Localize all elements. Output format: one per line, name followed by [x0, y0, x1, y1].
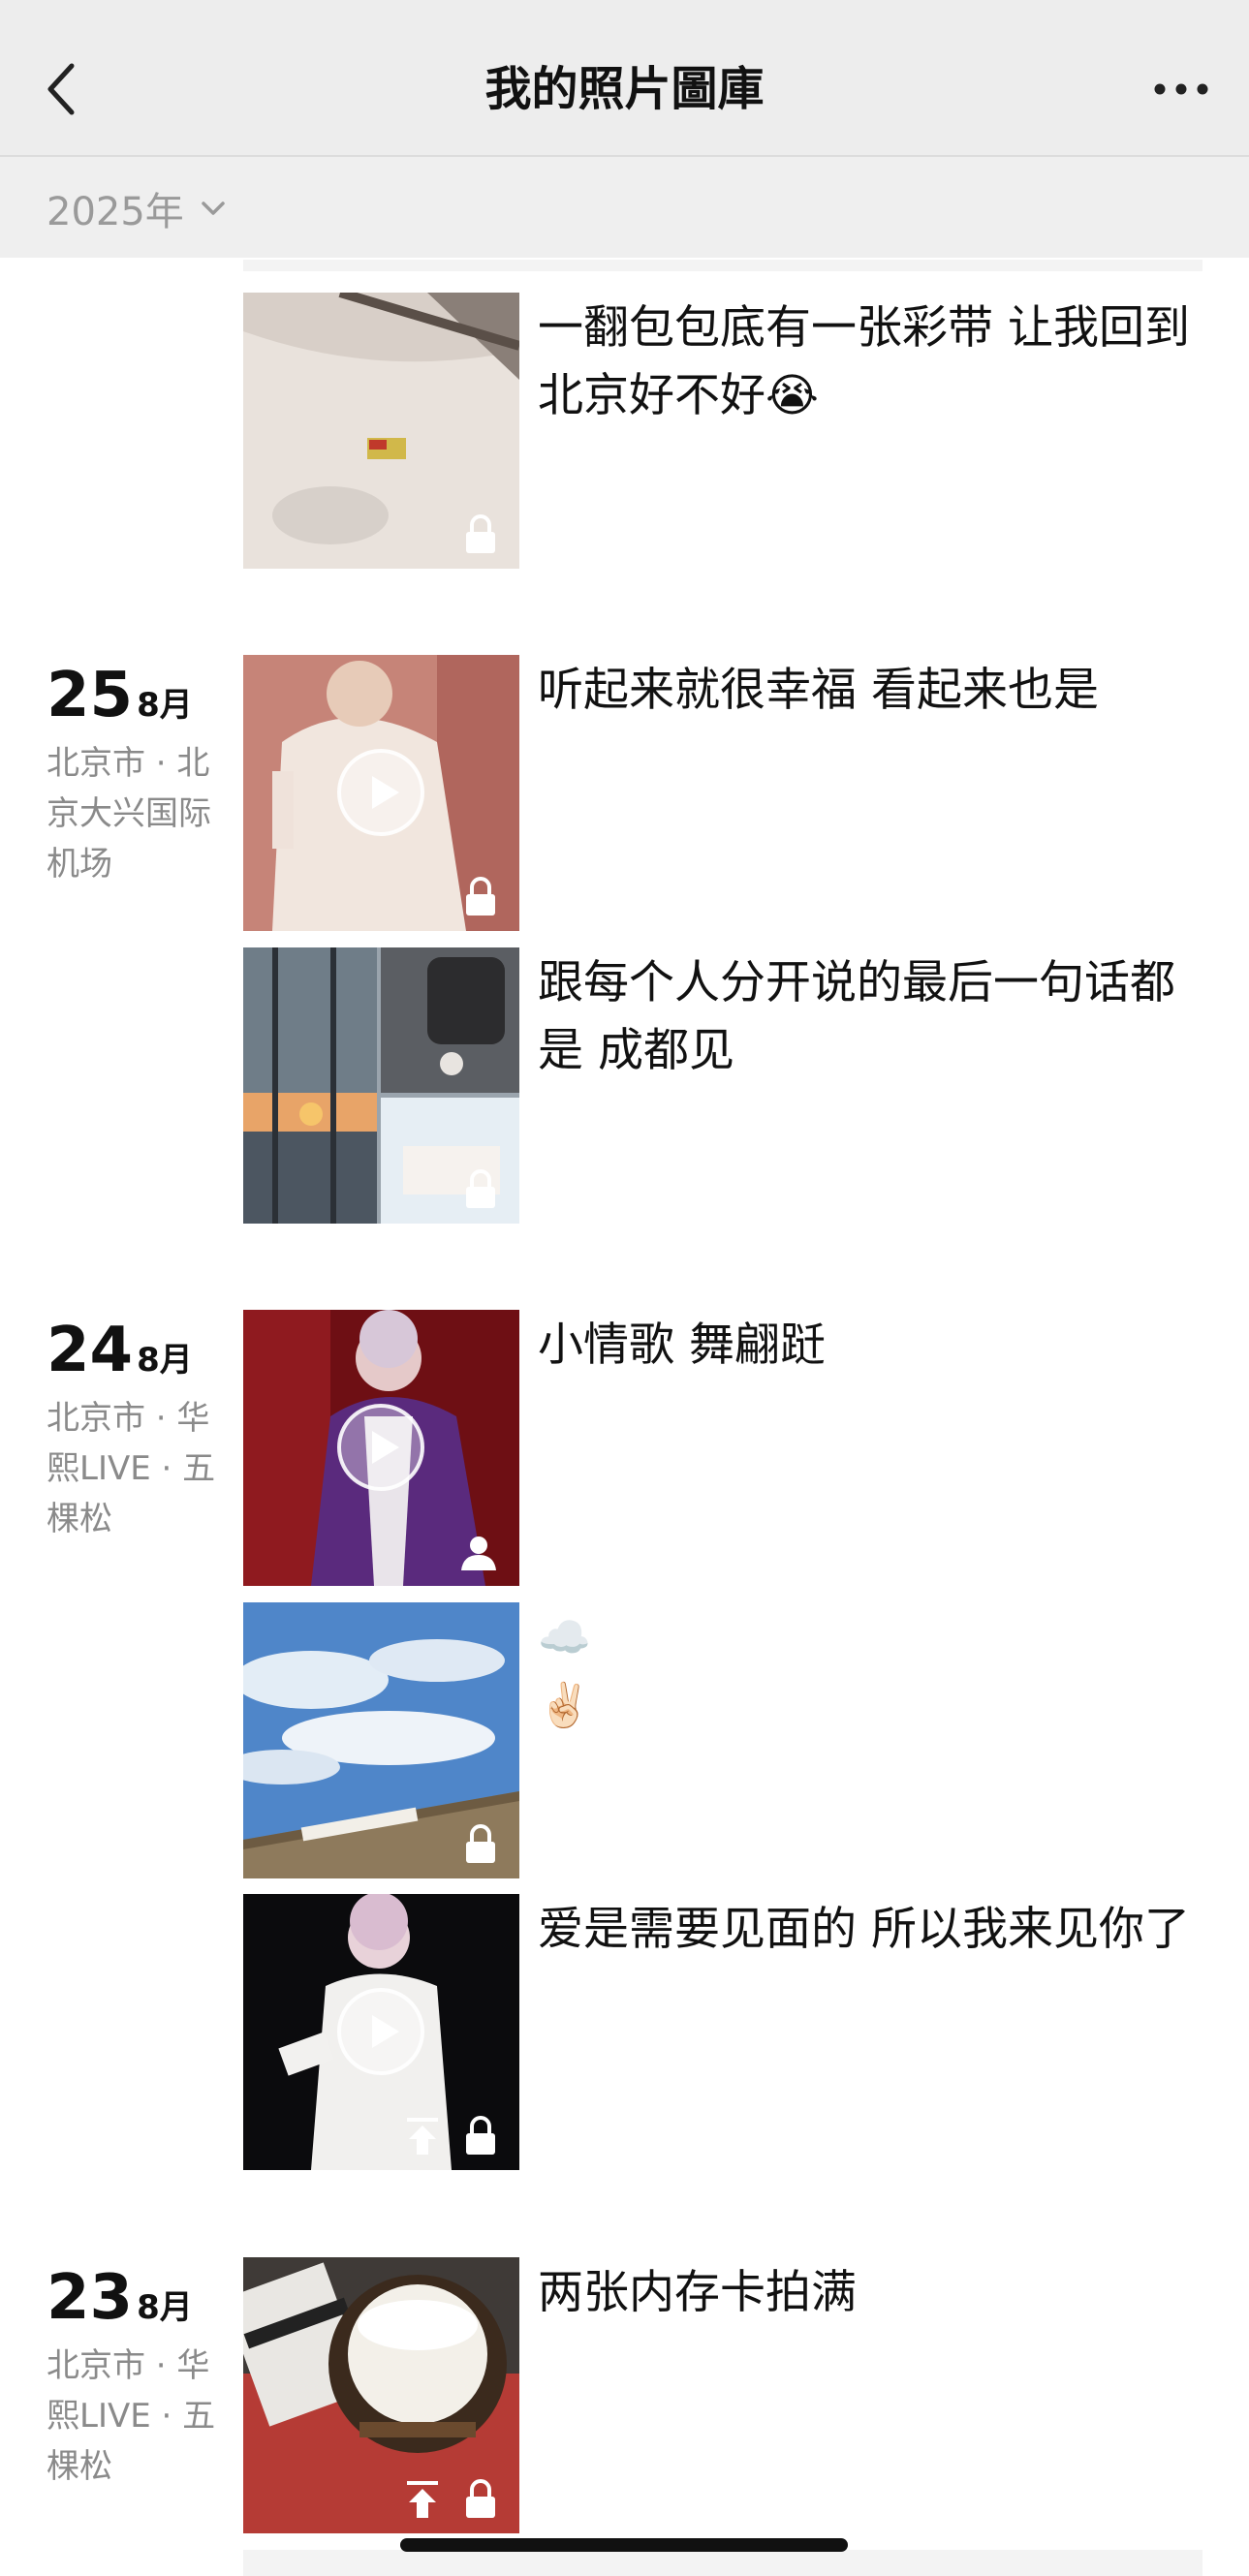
lock-icon: [466, 1169, 495, 1208]
post-thumbnail[interactable]: [243, 1310, 519, 1586]
home-indicator[interactable]: [400, 2538, 848, 2552]
upload-icon: [407, 2118, 438, 2155]
year-filter-dropdown[interactable]: 2025年: [47, 184, 229, 234]
post-caption: 两张内存卡拍满: [538, 2266, 857, 2319]
lock-icon: [466, 514, 495, 553]
post-thumbnail[interactable]: [243, 1602, 519, 1878]
post-caption: 小情歌 舞翩跹: [538, 1319, 826, 1372]
play-icon[interactable]: [335, 1986, 426, 2077]
post-thumbnail[interactable]: [243, 293, 519, 569]
date-header: 24 8月 北京市 · 华熙LIVE · 五棵松: [47, 1316, 240, 1544]
location-label: 北京市 · 华熙LIVE · 五棵松: [47, 1399, 216, 1538]
post-thumbnail[interactable]: [243, 1894, 519, 2170]
location-label: 北京市 · 北京大兴国际机场: [47, 744, 211, 884]
location-label: 北京市 · 华熙LIVE · 五棵松: [47, 2346, 216, 2486]
post-caption: 跟每个人分开说的最后一句话都是 成都见: [538, 956, 1175, 1077]
lock-icon: [466, 877, 495, 916]
date-month: 8月: [137, 1341, 193, 1380]
post-caption: ☁️ ✌🏻: [538, 1613, 591, 1730]
date-day: 24: [47, 1315, 134, 1386]
nav-bar: 我的照片圖庫: [0, 0, 1249, 157]
post-caption: 一翻包包底有一张彩带 让我回到北京好不好😭: [538, 301, 1190, 422]
lock-icon: [466, 1824, 495, 1863]
year-filter-label: 2025年: [47, 190, 184, 234]
date-month: 8月: [137, 2288, 193, 2327]
previous-item-edge: [243, 260, 1202, 271]
date-day: 23: [47, 2262, 134, 2334]
post-thumbnail[interactable]: [243, 2257, 519, 2533]
date-header: 25 8月 北京市 · 北京大兴国际机场: [47, 661, 240, 889]
person-icon: [461, 1536, 496, 1570]
post-thumbnail[interactable]: [243, 655, 519, 931]
next-item-edge: [243, 2550, 1202, 2576]
upload-icon: [407, 2481, 438, 2518]
page-title: 我的照片圖庫: [484, 62, 765, 116]
lock-icon: [466, 2116, 495, 2155]
more-icon[interactable]: [1152, 70, 1210, 109]
lock-icon: [466, 2479, 495, 2518]
post-thumbnail[interactable]: [243, 947, 519, 1224]
play-icon[interactable]: [335, 1402, 426, 1493]
year-filter-bar: 2025年: [0, 157, 1249, 258]
chevron-down-icon: [202, 202, 225, 215]
post-caption: 听起来就很幸福 看起来也是: [538, 664, 1099, 717]
date-header: 23 8月 北京市 · 华熙LIVE · 五棵松: [47, 2263, 240, 2492]
post-caption: 爱是需要见面的 所以我来见你了: [538, 1903, 1190, 1956]
play-icon[interactable]: [335, 747, 426, 838]
date-month: 8月: [137, 686, 193, 725]
date-day: 25: [47, 660, 134, 731]
